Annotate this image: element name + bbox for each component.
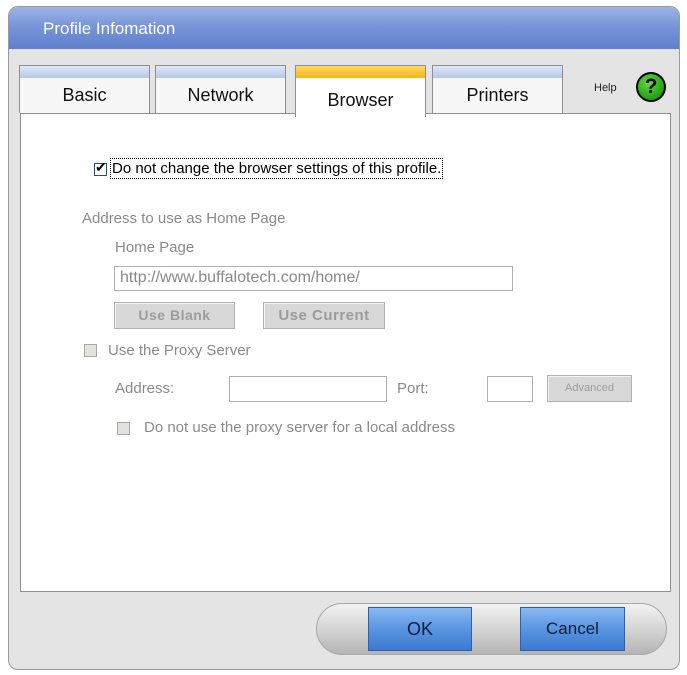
proxy-address-input[interactable] <box>229 376 387 402</box>
home-section-label: Address to use as Home Page <box>82 210 286 227</box>
tab-browser[interactable]: Browser <box>295 65 426 117</box>
checkmark-icon: ✔ <box>95 159 107 175</box>
advanced-button[interactable]: Advanced <box>547 375 632 402</box>
tab-network-label: Network <box>187 85 254 105</box>
browser-settings-panel: ✔ Do not change the browser settings of … <box>20 113 671 592</box>
help-glyph: ? <box>644 75 658 98</box>
tab-printers[interactable]: Printers <box>432 65 563 113</box>
tab-basic-label: Basic <box>62 85 107 105</box>
title-bar[interactable]: Profile Infomation <box>9 7 679 49</box>
tab-browser-label: Browser <box>327 90 394 110</box>
home-page-label: Home Page <box>115 239 195 256</box>
cancel-button[interactable]: Cancel <box>520 607 625 651</box>
use-current-button[interactable]: Use Current <box>263 302 385 329</box>
profile-dialog: Profile Infomation Basic Network Browser… <box>8 6 680 670</box>
proxy-port-input[interactable] <box>487 376 533 402</box>
home-page-input[interactable]: http://www.buffalotech.com/home/ <box>114 266 513 291</box>
use-blank-button[interactable]: Use Blank <box>114 302 235 329</box>
proxy-address-label: Address: <box>115 380 175 397</box>
home-page-value: http://www.buffalotech.com/home/ <box>120 269 360 286</box>
no-change-checkbox[interactable]: ✔ <box>94 159 107 176</box>
bypass-local-label: Do not use the proxy server for a local … <box>144 419 455 436</box>
tab-basic[interactable]: Basic <box>19 65 150 113</box>
bypass-local-checkbox[interactable] <box>117 422 130 435</box>
question-icon[interactable]: ? <box>636 72 666 102</box>
help-label: Help <box>594 82 617 94</box>
no-change-label[interactable]: Do not change the browser settings of th… <box>109 158 444 179</box>
tab-network[interactable]: Network <box>155 65 286 113</box>
proxy-port-label: Port: <box>397 380 429 397</box>
use-proxy-checkbox[interactable] <box>84 344 97 357</box>
use-proxy-label: Use the Proxy Server <box>108 342 251 359</box>
tab-printers-label: Printers <box>466 85 529 105</box>
window-title: Profile Infomation <box>43 19 176 38</box>
ok-button[interactable]: OK <box>368 607 472 651</box>
